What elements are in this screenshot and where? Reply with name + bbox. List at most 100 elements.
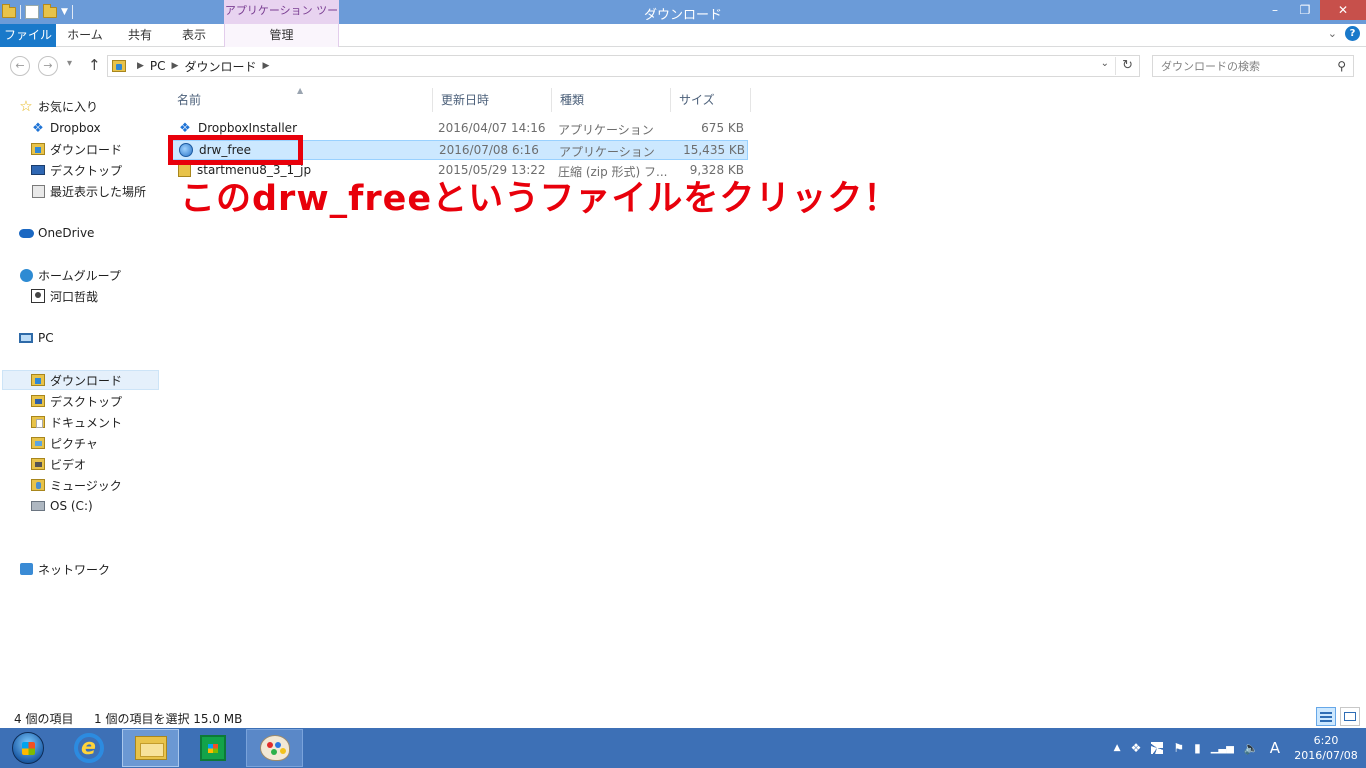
maximize-button[interactable]: ❐ — [1290, 0, 1320, 20]
downloads-folder-icon — [31, 143, 45, 155]
user-icon — [31, 289, 45, 303]
tab-manage[interactable]: 管理 — [224, 24, 339, 47]
downloads-folder-icon — [31, 374, 45, 386]
large-icons-view-button[interactable] — [1340, 707, 1360, 726]
separator — [20, 5, 21, 19]
nav-onedrive[interactable]: OneDrive — [18, 223, 175, 243]
new-folder-icon[interactable] — [43, 3, 57, 18]
minimize-button[interactable]: – — [1260, 0, 1290, 20]
taskbar: e ▲ ❖ ⚑ ▮ ▁▃▅ 🔈 A 6:20 2016/07/08 — [0, 728, 1366, 768]
details-view-button[interactable] — [1316, 707, 1336, 726]
file-type: アプリケーション — [559, 145, 655, 159]
nav-network[interactable]: ネットワーク — [18, 559, 175, 579]
clock-date: 2016/07/08 — [1294, 749, 1358, 762]
title-bar: ▼ アプリケーション ツール ダウンロード – ❐ ✕ — [0, 0, 1366, 39]
nav-homegroup[interactable]: ホームグループ — [18, 265, 175, 285]
computer-icon — [19, 333, 33, 343]
search-box[interactable]: ⚲ — [1152, 55, 1354, 77]
taskbar-store[interactable] — [184, 729, 241, 767]
recent-locations-icon[interactable]: ▾ — [67, 58, 72, 69]
column-header-name[interactable]: 名前 — [169, 88, 433, 112]
view-toggle — [1316, 707, 1360, 726]
nav-label: 最近表示した場所 — [50, 184, 147, 199]
annotation-text: このdrw_freeというファイルをクリック！ — [180, 179, 900, 219]
drive-icon — [31, 501, 45, 511]
nav-downloads-pc[interactable]: ダウンロード — [2, 370, 159, 390]
context-tab-header: アプリケーション ツール — [224, 0, 339, 39]
back-button[interactable]: ← — [10, 56, 30, 76]
column-header-type[interactable]: 種類 — [552, 88, 671, 112]
taskbar-file-explorer[interactable] — [122, 729, 179, 767]
internet-explorer-icon: e — [73, 733, 104, 763]
nav-label: ダウンロード — [50, 142, 123, 157]
homegroup-icon — [19, 268, 33, 282]
large-icons-view-icon — [1344, 712, 1356, 721]
column-header-modified[interactable]: 更新日時 — [433, 88, 552, 112]
search-input[interactable] — [1161, 59, 1331, 73]
item-count: 4 個の項目 — [14, 712, 74, 726]
breadcrumb-chevron-icon[interactable]: ▶ — [137, 61, 144, 71]
file-modified: 2016/07/08 6:16 — [439, 143, 539, 157]
tab-view[interactable]: 表示 — [168, 24, 220, 47]
network-icon — [19, 563, 33, 575]
refresh-icon[interactable]: ↻ — [1115, 57, 1133, 75]
pictures-folder-icon — [31, 437, 45, 449]
show-hidden-icons-icon[interactable]: ▲ — [1114, 743, 1121, 753]
nav-label: ピクチャ — [50, 436, 98, 451]
expand-ribbon-icon[interactable]: ⌄ — [1328, 27, 1337, 40]
cloud-icon — [18, 228, 34, 238]
file-type: アプリケーション — [558, 123, 654, 137]
store-icon — [199, 735, 226, 761]
music-folder-icon — [31, 479, 45, 491]
nav-pc[interactable]: PC — [18, 328, 175, 348]
search-icon[interactable]: ⚲ — [1337, 59, 1346, 73]
breadcrumb-downloads[interactable]: ダウンロード — [184, 58, 256, 75]
navigation-pane: ☆ お気に入り ❖ Dropbox ダウンロード デスクトップ 最近表示した場所… — [0, 86, 160, 708]
file-size: 675 KB — [701, 121, 744, 135]
nav-favorites[interactable]: ☆ お気に入り — [18, 96, 175, 116]
desktop-folder-icon — [31, 395, 45, 407]
videos-folder-icon — [31, 458, 45, 470]
highlight-box — [168, 135, 303, 165]
tab-share[interactable]: 共有 — [114, 24, 166, 47]
breadcrumb-chevron-icon[interactable]: ▶ — [172, 61, 179, 71]
windows-orb-icon — [12, 732, 44, 764]
start-button[interactable] — [3, 729, 53, 767]
properties-icon[interactable] — [25, 5, 39, 19]
network-signal-icon[interactable]: ▁▃▅ — [1211, 743, 1234, 754]
nav-label: PC — [38, 331, 54, 345]
action-center-flag-icon[interactable]: ⚑ — [1173, 741, 1184, 755]
tab-home[interactable]: ホーム — [58, 24, 112, 47]
close-button[interactable]: ✕ — [1320, 0, 1366, 20]
ime-indicator[interactable]: A — [1270, 739, 1280, 757]
taskbar-paint[interactable] — [246, 729, 303, 767]
star-icon: ☆ — [19, 97, 33, 115]
nav-label: ダウンロード — [50, 373, 123, 388]
nav-label: デスクトップ — [50, 163, 123, 178]
volume-icon[interactable]: 🔈 — [1244, 741, 1259, 755]
customize-qat-icon[interactable]: ▼ — [61, 7, 68, 17]
dropbox-icon: ❖ — [32, 120, 44, 136]
taskbar-internet-explorer[interactable]: e — [60, 729, 117, 767]
column-header-size[interactable]: サイズ — [671, 88, 751, 112]
nav-label: ネットワーク — [38, 562, 111, 577]
downloads-folder-icon — [112, 60, 126, 72]
up-button[interactable]: ↑ — [88, 56, 101, 74]
battery-icon[interactable]: ▮ — [1194, 741, 1201, 755]
help-icon[interactable]: ? — [1345, 26, 1360, 41]
breadcrumb-chevron-icon[interactable]: ▶ — [262, 61, 269, 71]
file-size: 15,435 KB — [683, 143, 745, 157]
address-bar[interactable]: ▶ PC ▶ ダウンロード ▶ ⌄ ↻ — [107, 55, 1140, 77]
system-tray: ▲ ❖ ⚑ ▮ ▁▃▅ 🔈 A 6:20 2016/07/08 — [1109, 728, 1366, 768]
clock[interactable]: 6:20 2016/07/08 — [1290, 733, 1362, 763]
tab-file[interactable]: ファイル — [0, 24, 56, 47]
dropbox-tray-icon[interactable]: ❖ — [1131, 741, 1142, 755]
breadcrumb-pc[interactable]: PC — [150, 59, 166, 73]
folder-icon[interactable] — [2, 3, 16, 18]
forward-button[interactable]: → — [38, 56, 58, 76]
nav-label: 河口哲哉 — [50, 289, 99, 304]
documents-folder-icon — [31, 416, 45, 428]
paint-icon — [259, 735, 290, 761]
windows-update-icon[interactable] — [1151, 742, 1164, 754]
address-dropdown-icon[interactable]: ⌄ — [1101, 58, 1109, 69]
